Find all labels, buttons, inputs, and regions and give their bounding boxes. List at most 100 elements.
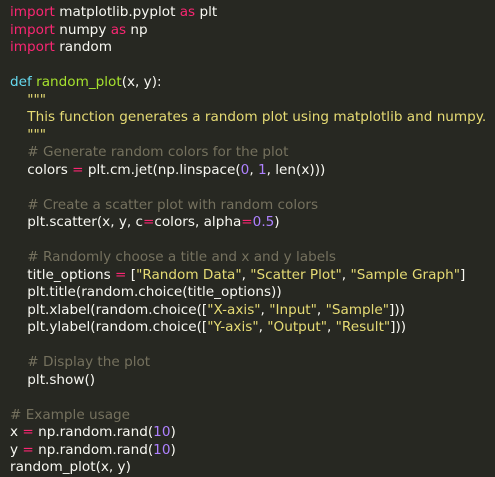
code-token: , [326, 319, 336, 335]
code-token: ) [274, 214, 280, 230]
code-token: "X-axis" [207, 301, 261, 318]
code-token: np.random.rand( [33, 441, 154, 458]
code-line: This function generates a random plot us… [10, 109, 495, 127]
code-line: plt.xlabel(random.choice(["X-axis", "Inp… [10, 302, 495, 320]
code-token: = [143, 214, 155, 230]
code-line: # Generate random colors for the plot [10, 144, 495, 162]
code-token: 0.5 [252, 214, 275, 230]
code-token: 10 [153, 441, 171, 458]
code-token: plt.show() [10, 371, 96, 388]
code-token: , [258, 319, 268, 335]
code-line: import matplotlib.pyplot as plt [10, 4, 495, 22]
code-token: plt.scatter(x, y, c [10, 214, 143, 230]
code-token: import [10, 4, 55, 20]
code-token: ) [170, 424, 176, 440]
code-token: def [10, 74, 32, 90]
code-token: "Scatter Plot" [250, 266, 342, 283]
code-token: numpy [54, 21, 111, 38]
code-token: # Display the plot [27, 354, 151, 370]
code-token: np.random.rand( [33, 424, 154, 440]
code-token: x [10, 424, 23, 440]
code-token: "Input" [269, 301, 317, 318]
code-line: x = np.random.rand(10) [10, 424, 495, 442]
code-token: random_plot(x, y) [10, 459, 131, 475]
code-line: plt.title(random.choice(title_options)) [10, 284, 495, 302]
code-token: # Randomly choose a title and x and y la… [27, 249, 336, 265]
code-line: plt.scatter(x, y, c=colors, alpha=0.5) [10, 214, 495, 232]
code-token: This function generates a random plot us… [27, 109, 487, 125]
code-token: """ [27, 126, 47, 143]
code-line: def random_plot(x, y): [10, 74, 495, 92]
code-token: = [22, 441, 34, 458]
code-token: 1 [257, 161, 267, 178]
code-token: plt.xlabel(random.choice([ [10, 301, 208, 318]
code-token: ])) [389, 301, 405, 318]
code-line: colors = plt.cm.jet(np.linspace(0, 1, le… [10, 162, 495, 180]
code-token: import [10, 39, 55, 55]
code-token: matplotlib.pyplot [54, 4, 180, 20]
code-token: plt [195, 4, 218, 20]
code-line: title_options = ["Random Data", "Scatter… [10, 267, 495, 285]
code-token: # Example usage [10, 406, 131, 423]
code-line: # Example usage [10, 407, 495, 425]
code-token: colors, alpha [154, 214, 242, 230]
code-line: # Display the plot [10, 354, 495, 372]
code-line: """ [10, 127, 495, 145]
code-token: "Sample" [325, 301, 390, 318]
code-line: import numpy as np [10, 22, 495, 40]
code-token: plt.ylabel(random.choice([ [10, 319, 208, 335]
code-line: plt.show() [10, 372, 495, 390]
code-line: """ [10, 92, 495, 110]
code-token: import [10, 21, 55, 38]
code-line: # Randomly choose a title and x and y la… [10, 249, 495, 267]
code-token: "Output" [267, 319, 327, 335]
code-line: import random [10, 39, 495, 57]
code-token: , len(x))) [266, 161, 326, 178]
code-token: ])) [390, 319, 407, 335]
code-token: plt.title(random.choice(title_options)) [10, 284, 282, 300]
code-token: "Random Data" [136, 266, 242, 283]
code-token: "Result" [335, 319, 391, 335]
code-token: "Y-axis" [207, 319, 259, 335]
code-token: plt.cm.jet(np.linspace( [83, 161, 241, 178]
code-token: as [179, 4, 196, 20]
code-token: 10 [153, 424, 171, 440]
code-token: , [249, 161, 258, 178]
code-token: ) [170, 441, 176, 458]
code-token: # Create a scatter plot with random colo… [27, 196, 319, 213]
code-token: random [54, 39, 112, 55]
code-token: title_options [10, 266, 116, 283]
code-token: [ [126, 266, 137, 283]
code-token: colors [10, 161, 73, 178]
code-token: # Generate random colors for the plot [27, 144, 289, 160]
code-token: = [72, 161, 84, 178]
code-token: , [260, 301, 270, 318]
code-token: = [241, 214, 253, 230]
code-token: , [241, 266, 251, 283]
code-token: = [115, 266, 127, 283]
code-token: """ [27, 91, 47, 108]
code-token: random_plot [36, 74, 122, 90]
code-line: random_plot(x, y) [10, 459, 495, 477]
code-token: , [316, 301, 326, 318]
code-token: = [22, 424, 34, 440]
code-line: # Create a scatter plot with random colo… [10, 197, 495, 215]
code-editor[interactable]: import matplotlib.pyplot as plt import nu… [0, 0, 495, 475]
code-token: "Sample Graph" [350, 266, 460, 283]
code-token: as [110, 21, 127, 38]
code-token: y [10, 441, 23, 458]
code-token: np [126, 21, 148, 38]
code-line: y = np.random.rand(10) [10, 442, 495, 460]
code-token: ] [459, 266, 466, 283]
